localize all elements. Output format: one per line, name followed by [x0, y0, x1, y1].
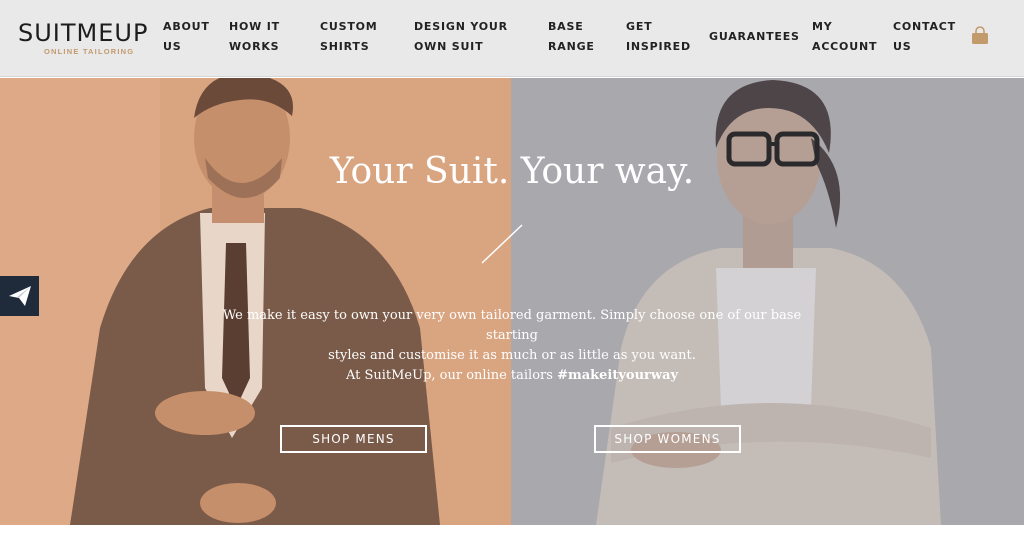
hero-banner: Your Suit. Your way. We make it easy to …	[0, 78, 1024, 525]
shop-womens-button[interactable]: SHOP WOMENS	[594, 425, 741, 453]
nav-my-account[interactable]: MY ACCOUNT	[812, 17, 877, 57]
nav-label-line2: WORKS	[229, 40, 280, 53]
nav-label-line1: CUSTOM	[320, 20, 378, 33]
shop-mens-button[interactable]: SHOP MENS	[280, 425, 427, 453]
hero-text-line1: We make it easy to own your very own tai…	[222, 308, 802, 343]
hero-text-line3: At SuitMeUp, our online tailors #makeity…	[212, 366, 812, 386]
woman-in-blazer-illustration	[511, 78, 1024, 525]
nav-label-line1: BASE	[548, 20, 584, 33]
hero-text-line2: styles and customise it as much or as li…	[328, 348, 696, 363]
nav-label-line1: GET	[626, 20, 653, 33]
nav-about-us[interactable]: ABOUT US	[163, 17, 210, 57]
site-header: SUITMEUP ONLINE TAILORING ABOUT US HOW I…	[0, 0, 1024, 77]
hero-title: Your Suit. Your way.	[329, 151, 695, 192]
divider-slash	[481, 224, 523, 264]
page-bottom-strip	[0, 525, 1024, 552]
nav-label-line1: DESIGN YOUR	[414, 20, 508, 33]
logo[interactable]: SUITMEUP ONLINE TAILORING	[18, 18, 158, 58]
nav-label-line1: HOW IT	[229, 20, 280, 33]
nav-design-your-own-suit[interactable]: DESIGN YOUR OWN SUIT	[414, 17, 508, 57]
nav-label-line2: US	[893, 40, 912, 53]
nav-label-line1: MY	[812, 20, 833, 33]
shopping-bag-icon[interactable]	[970, 26, 990, 46]
nav-label-line1: GUARANTEES	[709, 30, 800, 43]
nav-custom-shirts[interactable]: CUSTOM SHIRTS	[320, 17, 378, 57]
nav-label-line1: CONTACT	[893, 20, 956, 33]
nav-base-range[interactable]: BASE RANGE	[548, 17, 595, 57]
nav-get-inspired[interactable]: GET INSPIRED	[626, 17, 691, 57]
hero-description: We make it easy to own your very own tai…	[212, 306, 812, 386]
logo-wordmark: SUITMEUP	[18, 19, 149, 47]
nav-how-it-works[interactable]: HOW IT WORKS	[229, 17, 280, 57]
hashtag: #makeityourway	[557, 368, 679, 383]
man-in-suit-illustration	[0, 78, 511, 525]
hero-mens-panel	[0, 78, 511, 525]
nav-label-line2: RANGE	[548, 40, 595, 53]
nav-label-line2: SHIRTS	[320, 40, 370, 53]
nav-label-line2: US	[163, 40, 182, 53]
share-tab[interactable]	[0, 276, 39, 316]
logo-tagline: ONLINE TAILORING	[44, 47, 135, 56]
nav-label-line1: ABOUT	[163, 20, 210, 33]
paper-plane-icon	[9, 286, 31, 306]
hero-womens-panel	[511, 78, 1024, 525]
hero-text-line3-prefix: At SuitMeUp, our online tailors	[345, 368, 558, 383]
nav-guarantees[interactable]: GUARANTEES	[709, 27, 800, 47]
nav-label-line2: INSPIRED	[626, 40, 691, 53]
nav-label-line2: OWN SUIT	[414, 40, 484, 53]
nav-label-line2: ACCOUNT	[812, 40, 878, 53]
nav-contact-us[interactable]: CONTACT US	[893, 17, 956, 57]
